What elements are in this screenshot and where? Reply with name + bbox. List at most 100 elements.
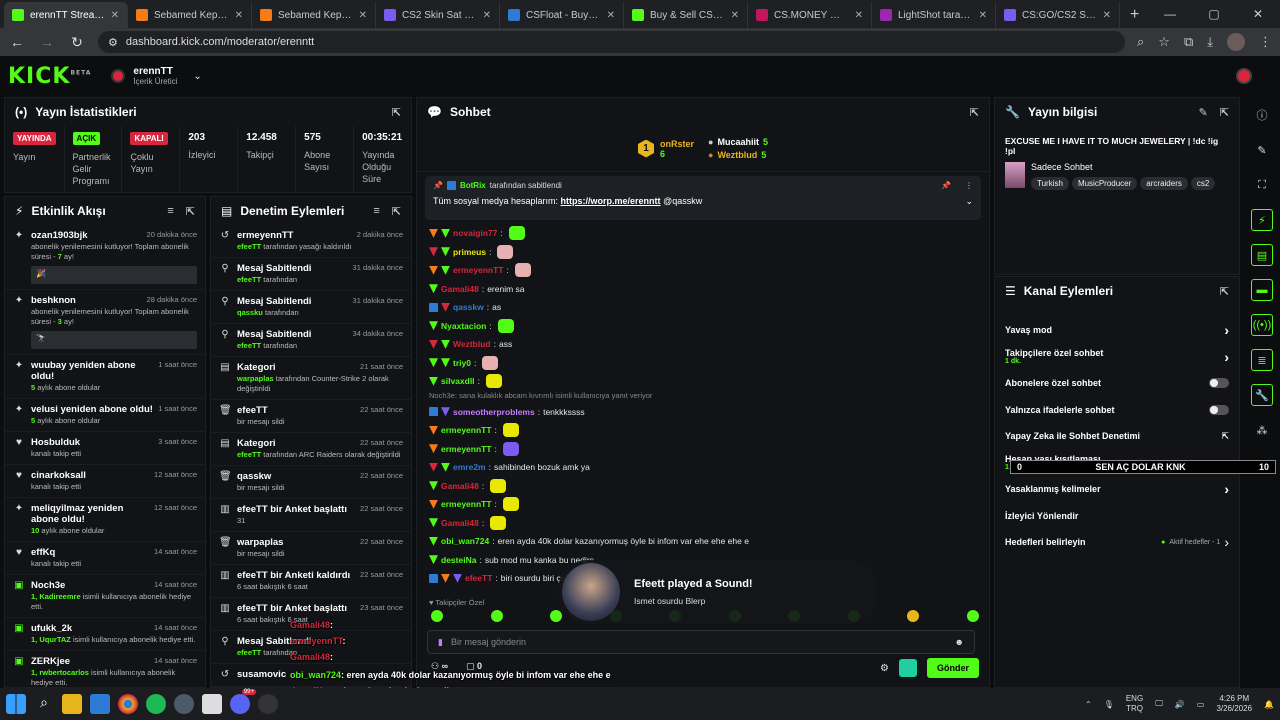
browser-tab[interactable]: CS:GO/CS2 Skin Satış ✕ (996, 2, 1120, 28)
apps-icon[interactable]: ⁂ (1251, 419, 1273, 441)
app-icon[interactable] (202, 694, 222, 714)
discord-icon[interactable]: 99+ (230, 689, 256, 714)
tab-close-icon[interactable]: ✕ (855, 10, 863, 21)
browser-tab[interactable]: Sebamed Kepeğe Karşı ✕ (252, 2, 376, 28)
filter-icon[interactable]: ≡ (373, 205, 379, 218)
activity-item[interactable]: ✦ velusi yeniden abone oldu! 1 saat önce 5 … (5, 399, 205, 432)
category-thumbnail[interactable] (1005, 162, 1025, 188)
top-gifter-name[interactable]: Weztblud (717, 150, 757, 160)
filter-icon[interactable]: ≡ (167, 205, 173, 218)
battery-icon[interactable]: ▭ (1197, 700, 1205, 709)
toggle-switch[interactable] (1209, 404, 1229, 415)
tab-close-icon[interactable]: ✕ (979, 10, 987, 21)
bookmark-star-icon[interactable]: ☆ (1158, 34, 1170, 50)
pinned-by[interactable]: BotRix (460, 181, 486, 190)
top-gifter-name[interactable]: onRster (660, 139, 694, 149)
new-tab-icon[interactable]: + (1120, 2, 1149, 28)
chat-username[interactable]: ermeyennTT (441, 444, 492, 454)
info-icon[interactable]: ⓘ (1251, 104, 1273, 126)
chat-username[interactable]: silvaxdll (441, 376, 475, 386)
language-indicator[interactable]: ENG TRQ (1126, 694, 1143, 714)
activity-item[interactable]: ♥ effKq 14 saat önce kanalı takip etti (5, 542, 205, 575)
chat-username[interactable]: triy0 (453, 358, 471, 368)
chat-bubble-icon[interactable]: ▬ (1251, 279, 1273, 301)
tab-close-icon[interactable]: ✕ (111, 10, 119, 21)
maximize-icon[interactable]: ▢ (1192, 0, 1236, 28)
url-input[interactable]: ⚙ dashboard.kick.com/moderator/erenntt (98, 31, 1126, 53)
browser-tab[interactable]: Buy & Sell CSGO Skin ✕ (624, 2, 748, 28)
chat-message[interactable]: Nyaxtacion: (417, 317, 989, 336)
chevron-down-icon[interactable]: ⌄ (193, 71, 201, 82)
emoji-icon[interactable]: ☻ (955, 637, 964, 647)
popout-icon[interactable]: ⇱ (1220, 106, 1229, 119)
moderation-item[interactable]: ▥ efeeTT bir Anket başlattı 22 saat önce 31 (211, 499, 411, 532)
extensions-icon[interactable]: ⧉ (1184, 34, 1193, 50)
quick-emote-icon[interactable] (966, 610, 979, 622)
quick-emote-icon[interactable] (431, 610, 443, 622)
pinned-link[interactable]: https://worp.me/erenntt (561, 196, 661, 206)
activity-item[interactable]: ▣ ZERKjee 14 saat önce 1, rwbertocarlos isi… (5, 651, 205, 687)
channel-switcher[interactable]: erennTT İçerik Üretici ⌄ (111, 66, 202, 86)
popout-icon[interactable]: ⇱ (392, 106, 401, 119)
volume-icon[interactable]: 🔊 (1175, 700, 1185, 709)
chat-message[interactable]: qasskw: as (417, 298, 989, 317)
chat-message[interactable]: triy0: (417, 354, 989, 373)
activity-item[interactable]: ✦ meliqyilmaz yeniden abone oldu! 12 saat … (5, 498, 205, 542)
tab-close-icon[interactable]: ✕ (607, 10, 615, 21)
goal-status[interactable]: ● Aktif hedefler - 1 › (1161, 534, 1229, 550)
kick-logo[interactable]: KICKBETA (8, 64, 91, 89)
chat-username[interactable]: primeus (453, 247, 486, 257)
chevron-right-icon[interactable]: › (1224, 349, 1229, 365)
edit-pencil-icon[interactable]: ✎ (1251, 139, 1273, 161)
channel-action-row[interactable]: İzleyici Yönlendir (995, 503, 1239, 530)
chevron-right-icon[interactable]: › (1224, 534, 1229, 550)
channel-action-row[interactable]: Yapay Zeka ile Sohbet Denetimi ⇱ (995, 423, 1239, 450)
popout-icon[interactable]: ⇱ (1220, 285, 1229, 298)
quick-emote-icon[interactable] (490, 610, 503, 622)
tab-close-icon[interactable]: ✕ (731, 10, 739, 21)
unpin-icon[interactable]: 📌 (941, 181, 951, 190)
search-icon[interactable]: ⌕ (34, 694, 54, 714)
chat-username[interactable]: ermeyennTT (441, 425, 492, 435)
notification-bell-icon[interactable]: 🔔 (1264, 700, 1274, 709)
edit-pencil-icon[interactable]: ✎ (1199, 106, 1208, 119)
channel-action-row[interactable]: Takipçilere özel sohbet 1 dk. › (995, 344, 1239, 371)
chat-username[interactable]: qasskw (453, 302, 484, 312)
activity-item[interactable]: ♥ Hosbulduk 3 saat önce kanalı takip etti (5, 432, 205, 465)
settings-gear-icon[interactable]: ⚙ (880, 663, 889, 674)
activity-item[interactable]: ♥ cinarkoksall 12 saat önce kanalı takip et… (5, 465, 205, 498)
browser-tab[interactable]: CS2 Skin Sat - Anında ✕ (376, 2, 500, 28)
moderation-item[interactable]: ⚲ Mesaj Sabitlendi 31 dakika önce qassku ta… (211, 291, 411, 324)
chat-username[interactable]: Gamali48 (441, 284, 479, 294)
chevron-up-icon[interactable]: ⌃ (1085, 700, 1092, 709)
chat-message[interactable]: novaigin77: (417, 224, 989, 243)
stack-icon[interactable]: ≣ (1251, 349, 1273, 371)
chat-message[interactable]: Gamali48: erenim sa (417, 280, 989, 299)
chat-message[interactable]: ermeyennTT: (417, 261, 989, 280)
browser-tab[interactable]: CS.MONEY — CS:GO ✕ (748, 2, 872, 28)
network-icon[interactable]: 🖵 (1155, 699, 1163, 709)
minimize-icon[interactable]: — (1148, 0, 1192, 28)
chevron-right-icon[interactable]: › (1224, 322, 1229, 338)
spotify-icon[interactable] (146, 694, 166, 714)
channel-action-row[interactable]: Yavaş mod › (995, 317, 1239, 344)
tab-close-icon[interactable]: ✕ (235, 10, 243, 21)
clock[interactable]: 4:26 PM 3/26/2026 (1216, 694, 1252, 714)
stream-tag[interactable]: arcraiders (1140, 177, 1188, 190)
moderation-item[interactable]: 🗑 qasskw 22 saat önce bir mesajı sildi (211, 466, 411, 499)
chat-message[interactable]: Gamali48: (417, 477, 989, 496)
mic-icon[interactable]: ▮ (438, 637, 443, 648)
download-icon[interactable]: ⤓ (1207, 34, 1213, 50)
store-icon[interactable] (90, 694, 110, 714)
document-icon[interactable]: ▤ (1251, 244, 1273, 266)
tab-close-icon[interactable]: ✕ (359, 10, 367, 21)
chat-username[interactable]: ermeyennTT (441, 499, 492, 509)
chat-username[interactable]: obi_wan724 (441, 536, 489, 546)
stream-tag[interactable]: MusicProducer (1071, 177, 1138, 190)
chat-username[interactable]: Gamali48 (441, 481, 479, 491)
channel-action-row[interactable]: Hedefleri belirleyin ● Aktif hedefler - 1 › (995, 529, 1239, 556)
chat-message[interactable]: ermeyennTT: (417, 421, 989, 440)
activity-item[interactable]: ✦ wuubay yeniden abone oldu! 1 saat önce 5 … (5, 355, 205, 399)
more-icon[interactable]: ⋮ (965, 181, 973, 190)
external-link-icon[interactable]: ⇱ (1221, 431, 1229, 442)
